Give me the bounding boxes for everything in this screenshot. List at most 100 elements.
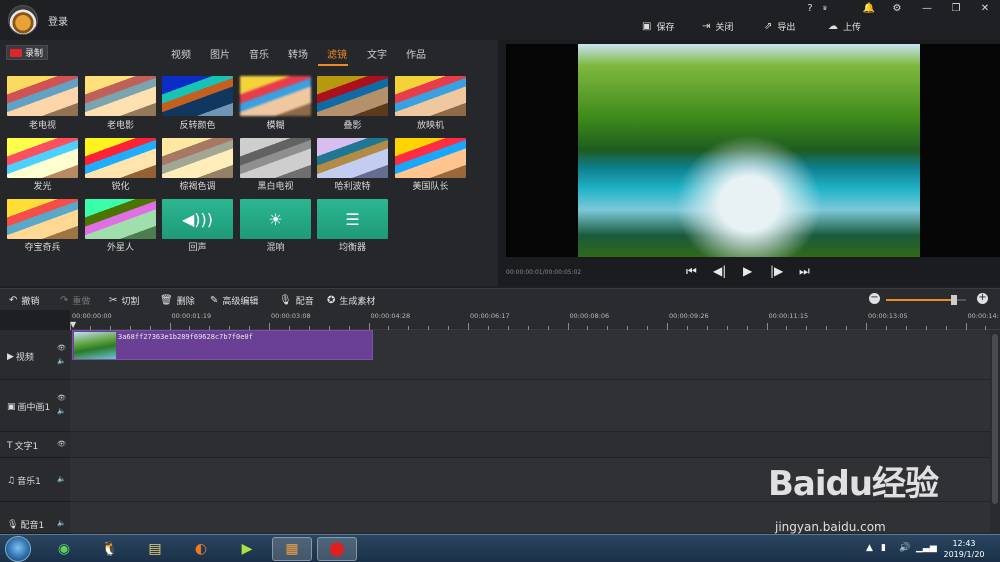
- video-preview[interactable]: [506, 44, 1000, 257]
- upload-button[interactable]: ☁ 上传: [828, 19, 861, 33]
- taskbar-app-360-icon[interactable]: ◉: [44, 537, 84, 561]
- tab-video[interactable]: 视频: [171, 46, 191, 61]
- dub-button[interactable]: 🎙 配音: [279, 294, 314, 307]
- tab-text[interactable]: 文字: [367, 46, 387, 61]
- record-button[interactable]: 录制: [6, 45, 48, 60]
- taskbar-app-qq-icon[interactable]: 🐧: [90, 537, 130, 561]
- export-button[interactable]: ⇗ 导出: [764, 19, 795, 33]
- taskbar-app-editor-icon[interactable]: ▦: [272, 537, 312, 561]
- save-label: 保存: [656, 22, 675, 33]
- advanced-edit-button[interactable]: ✎ 高级编辑: [210, 294, 258, 307]
- tab-image[interactable]: 图片: [210, 46, 230, 61]
- skip-end-icon[interactable]: ⏭: [799, 264, 810, 279]
- tray-signal-icon[interactable]: ▁▃▅: [916, 543, 937, 553]
- close-icon[interactable]: ✕: [977, 2, 993, 16]
- system-clock[interactable]: 12:43 2019/1/20: [938, 538, 990, 560]
- filter-label: 发光: [33, 182, 52, 192]
- filter-thumb-alien[interactable]: [85, 199, 156, 239]
- cloud-upload-icon: ☁: [828, 20, 838, 32]
- ruler-tick-mark: [567, 323, 569, 330]
- tray-arrow-icon[interactable]: ▲: [866, 543, 873, 553]
- filter-thumb-equalizer[interactable]: ☰: [317, 199, 388, 239]
- edit-toolbar: ↶ 撤销 ↷ 重做 ✂ 切割 🗑 删除 ✎ 高级编辑 🎙 配音 ✪ 生成素材 −…: [0, 288, 1000, 310]
- filter-thumb-ghost[interactable]: [317, 76, 388, 116]
- volume-icon[interactable]: 🔈: [57, 475, 66, 483]
- video-clip[interactable]: 3a68ff27363e1b289f69628c7b7f0e0f: [72, 330, 373, 360]
- filter-thumb-blur[interactable]: [240, 76, 311, 116]
- filter-thumb-harry-potter[interactable]: [317, 138, 388, 178]
- ruler-tick-label: 00:00:00:00: [72, 312, 112, 320]
- filter-thumb-glow[interactable]: [7, 138, 78, 178]
- minimize-icon[interactable]: —: [919, 2, 935, 16]
- filter-label: 混响: [266, 243, 285, 253]
- zoom-slider-handle[interactable]: [951, 295, 957, 305]
- taskbar-app-explorer-icon[interactable]: ▤: [135, 537, 175, 561]
- track-lane-text[interactable]: [70, 432, 990, 458]
- taskbar-app-firefox-icon[interactable]: ◐: [181, 537, 221, 561]
- bell-icon[interactable]: 🔔: [861, 2, 877, 16]
- panel-splitter[interactable]: [498, 40, 506, 286]
- ruler-tick-label: 00:00:04:28: [370, 312, 411, 320]
- cut-button[interactable]: ✂ 切割: [109, 294, 139, 307]
- restore-icon[interactable]: ❐: [948, 2, 964, 16]
- filter-thumb-invert[interactable]: [162, 76, 233, 116]
- skip-start-icon[interactable]: ⏮: [686, 264, 697, 279]
- zoom-slider[interactable]: [886, 295, 966, 305]
- playhead-icon[interactable]: ▼: [70, 320, 78, 329]
- save-button[interactable]: ▣ 保存: [642, 19, 674, 33]
- filter-label: 黑白电视: [257, 182, 294, 192]
- step-forward-icon[interactable]: |▶: [770, 264, 783, 278]
- step-back-icon[interactable]: ◀|: [713, 264, 726, 278]
- ruler-tick-label: 00:00:14:: [967, 312, 999, 320]
- tray-network-icon[interactable]: ▮: [881, 543, 886, 553]
- undo-button[interactable]: ↶ 撤销: [9, 294, 39, 307]
- gear-icon[interactable]: ⚙: [889, 2, 905, 16]
- filter-thumb-sharpen[interactable]: [85, 138, 156, 178]
- tab-transition[interactable]: 转场: [288, 46, 308, 61]
- volume-icon[interactable]: 🔈: [57, 357, 66, 365]
- ruler-tick-label: 00:00:13:05: [868, 312, 908, 320]
- timeline-scrollbar[interactable]: [990, 330, 1000, 534]
- filter-thumb-projector[interactable]: [395, 76, 466, 116]
- track-name: ▣ 画中画1: [7, 400, 50, 414]
- filter-thumb-sepia[interactable]: [162, 138, 233, 178]
- tab-works[interactable]: 作品: [406, 46, 426, 61]
- tab-music[interactable]: 音乐: [249, 46, 269, 61]
- undo-icon: ↶: [9, 295, 18, 306]
- pip-icon: ▣: [7, 401, 16, 412]
- scrollbar-thumb[interactable]: [992, 334, 998, 504]
- filter-thumb-bw-tv[interactable]: [240, 138, 311, 178]
- filter-thumb-captain-america[interactable]: [395, 138, 466, 178]
- taskbar-app-media-icon[interactable]: ▶: [227, 537, 267, 561]
- volume-icon[interactable]: 🔈: [57, 407, 66, 415]
- ruler-tick-mark: [965, 323, 967, 330]
- zoom-out-icon[interactable]: −: [869, 293, 880, 304]
- vip-icon[interactable]: ♛: [817, 2, 833, 16]
- eye-icon[interactable]: 👁: [57, 440, 66, 448]
- tab-filter[interactable]: 滤镜: [327, 46, 347, 61]
- filter-thumb-old-film[interactable]: [85, 76, 156, 116]
- start-button[interactable]: [5, 536, 31, 562]
- track-lane-pip[interactable]: [70, 380, 990, 432]
- play-icon[interactable]: ▶: [743, 264, 752, 278]
- delete-button[interactable]: 🗑 删除: [160, 294, 195, 307]
- filter-label: 棕褐色调: [179, 182, 216, 192]
- filter-thumb-old-tv[interactable]: [7, 76, 78, 116]
- zoom-in-icon[interactable]: +: [977, 293, 988, 304]
- eye-icon[interactable]: 👁: [57, 344, 66, 352]
- redo-button[interactable]: ↷ 重做: [60, 294, 90, 307]
- generate-material-button[interactable]: ✪ 生成素材: [327, 294, 375, 307]
- track-header-text: T 文字1 👁: [0, 432, 70, 458]
- timeline-ruler[interactable]: 00:00:00:00 00:00:01:19 00:00:03:08 00:00:0…: [70, 310, 1000, 330]
- filter-thumb-reverb[interactable]: ☀: [240, 199, 311, 239]
- filter-thumb-echo[interactable]: ◀))): [162, 199, 233, 239]
- volume-icon[interactable]: 🔈: [57, 519, 66, 527]
- speaker-wave-icon: ◀))): [181, 209, 214, 229]
- taskbar-app-recorder-icon[interactable]: ⬤: [317, 537, 357, 561]
- tray-volume-icon[interactable]: 🔊: [899, 543, 910, 553]
- help-icon[interactable]: ?: [802, 2, 818, 16]
- eye-icon[interactable]: 👁: [57, 394, 66, 402]
- filter-thumb-raiders[interactable]: [7, 199, 78, 239]
- login-link[interactable]: 登录: [48, 13, 68, 28]
- close-project-button[interactable]: ⇥ 关闭: [702, 19, 733, 33]
